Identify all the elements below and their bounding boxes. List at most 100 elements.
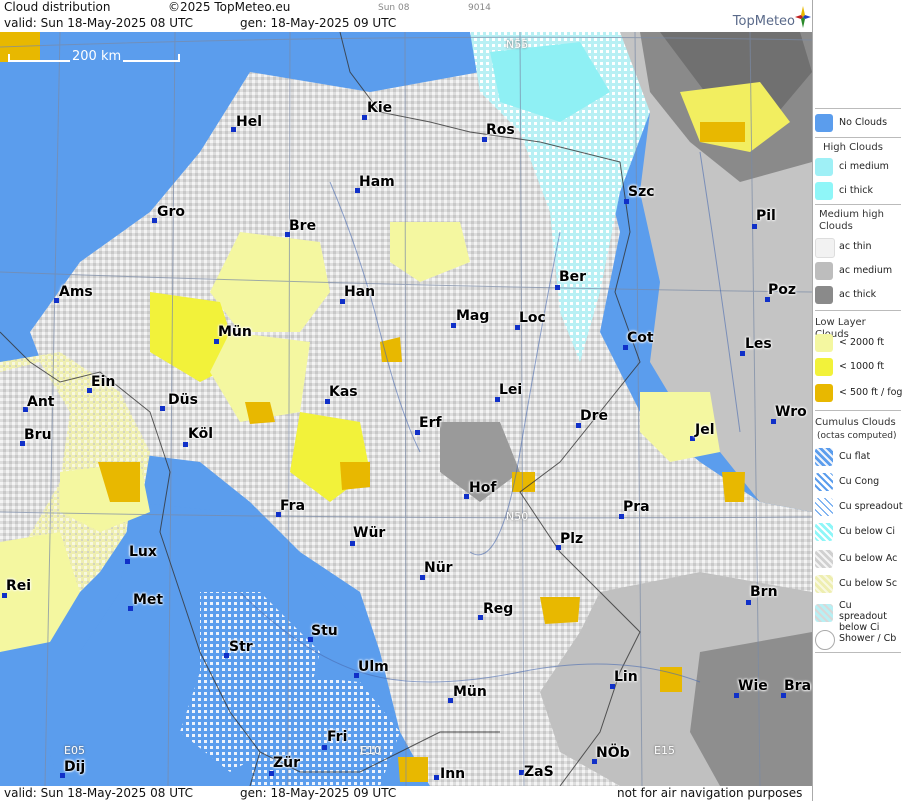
grid-label-n50: N50 [506,510,529,523]
city-label: Stu [311,623,338,639]
city-label: Les [745,336,772,352]
cloud-map: 200 km N55 N50 E05 E10 E15 Kie Hel Ros H… [0,32,812,786]
legend-medium-heading: Medium high Clouds [819,209,884,232]
city-label: Pra [623,499,650,515]
legend-low-2000: < 2000 ft [815,332,903,354]
city-label: Ham [359,174,395,190]
city-label: Ant [27,394,55,410]
city-dot [269,771,274,776]
city-label: Poz [768,282,797,298]
city-label: Rei [6,578,32,594]
legend-low-500: < 500 ft / fog [815,382,903,404]
legend-cu-spreadout-below-ci: Cu spreadout below Ci [815,598,903,633]
legend-ac-medium: ac medium [815,260,903,282]
city-label: NÖb [596,745,630,761]
city-label: Mag [456,308,490,324]
run-label: Sun 08 [378,3,410,13]
legend-shower-cb: Shower / Cb [815,628,903,650]
city-label: Lin [614,669,638,685]
legend-high-heading: High Clouds [823,142,883,153]
city-label: Fra [280,498,306,514]
legend-no-clouds: No Clouds [815,112,903,134]
grid-label-e05: E05 [64,744,85,757]
grid-label-e15: E15 [654,744,675,757]
footer-gen: gen: 18-May-2025 09 UTC [240,786,397,800]
city-label: Ams [59,284,93,300]
copyright: ©2025 TopMeteo.eu [168,0,291,14]
logo-text: TopMeteo [732,14,795,29]
city-label: Ein [91,374,116,390]
city-label: Erf [419,415,442,431]
city-label: Wro [775,404,807,420]
footer-disclaimer: not for air navigation purposes [617,786,803,800]
city-label: Lux [129,544,157,560]
scale-bar: 200 km [8,49,180,68]
legend-panel: TopMeteo No Clouds High Clouds ci medium… [733,0,904,801]
city-dot [322,745,327,750]
legend-cu-spreadout: Cu spreadout [815,496,903,518]
city-label: Ros [486,122,515,138]
city-dot [752,224,757,229]
city-label: Brn [750,584,778,600]
city-label: Mün [218,324,252,340]
city-label: Kie [367,100,393,116]
city-label: Wie [738,678,768,694]
city-label: Inn [440,766,466,782]
legend-cu-cong: Cu Cong [815,471,903,493]
legend-cu-below-sc: Cu below Sc [815,573,903,595]
city-label: Szc [628,184,655,200]
valid-time: valid: Sun 18-May-2025 08 UTC [4,16,193,30]
city-label: ZaS [524,764,554,780]
city-label: Hof [469,480,497,496]
city-label: Nür [424,560,453,576]
map-graphics [0,32,812,786]
footer-valid: valid: Sun 18-May-2025 08 UTC [4,786,193,800]
city-dot [746,600,751,605]
legend-low-1000: < 1000 ft [815,356,903,378]
legend-cu-flat: Cu flat [815,446,903,468]
city-label: Met [133,592,164,608]
city-label: Loc [519,310,546,326]
city-label: Dij [64,759,86,775]
legend-cu-heading: Cumulus Clouds [815,417,896,428]
header-bar: Cloud distribution ©2025 TopMeteo.eu Sun… [0,0,812,32]
legend-ac-thin: ac thin [815,236,903,258]
city-label: Kas [329,384,358,400]
legend-ac-thick: ac thick [815,284,903,306]
map-title: Cloud distribution [4,0,111,14]
legend-cu-below-ac: Cu below Ac [815,548,903,570]
city-label: Ulm [358,659,389,675]
city-label: Köl [188,426,214,442]
scale-label: 200 km [70,49,124,64]
city-label: Bra [784,678,812,694]
city-label: Lei [499,382,523,398]
city-label: Ber [559,269,587,285]
city-dot [350,541,355,546]
city-label: Fri [327,729,348,745]
city-label: Jel [695,422,715,438]
city-label: Pil [756,208,776,224]
city-label: Han [344,284,376,300]
footer-bar: valid: Sun 18-May-2025 08 UTC gen: 18-Ma… [0,786,812,801]
city-dot [555,285,560,290]
legend-cu-subheading: (octas computed) [817,431,897,441]
city-label: Mün [453,684,487,700]
city-label: Bre [289,218,317,234]
city-label: Plz [560,531,584,547]
legend-cu-below-ci: Cu below Ci [815,521,903,543]
city-label: Cot [627,330,654,346]
city-label: Gro [157,204,186,220]
city-label: Zür [273,755,301,771]
city-dot [183,442,188,447]
grid-label-n55: N55 [506,38,529,51]
city-label: Hel [236,114,263,130]
code-label: 9014 [468,3,491,13]
legend-ci-medium: ci medium [815,156,903,178]
city-dot [434,775,439,780]
compass-icon [795,6,811,28]
city-label: Str [229,639,253,655]
gen-time: gen: 18-May-2025 09 UTC [240,16,397,30]
grid-label-e10: E10 [360,744,381,757]
city-label: Wür [353,525,386,541]
city-label: Düs [168,392,198,408]
